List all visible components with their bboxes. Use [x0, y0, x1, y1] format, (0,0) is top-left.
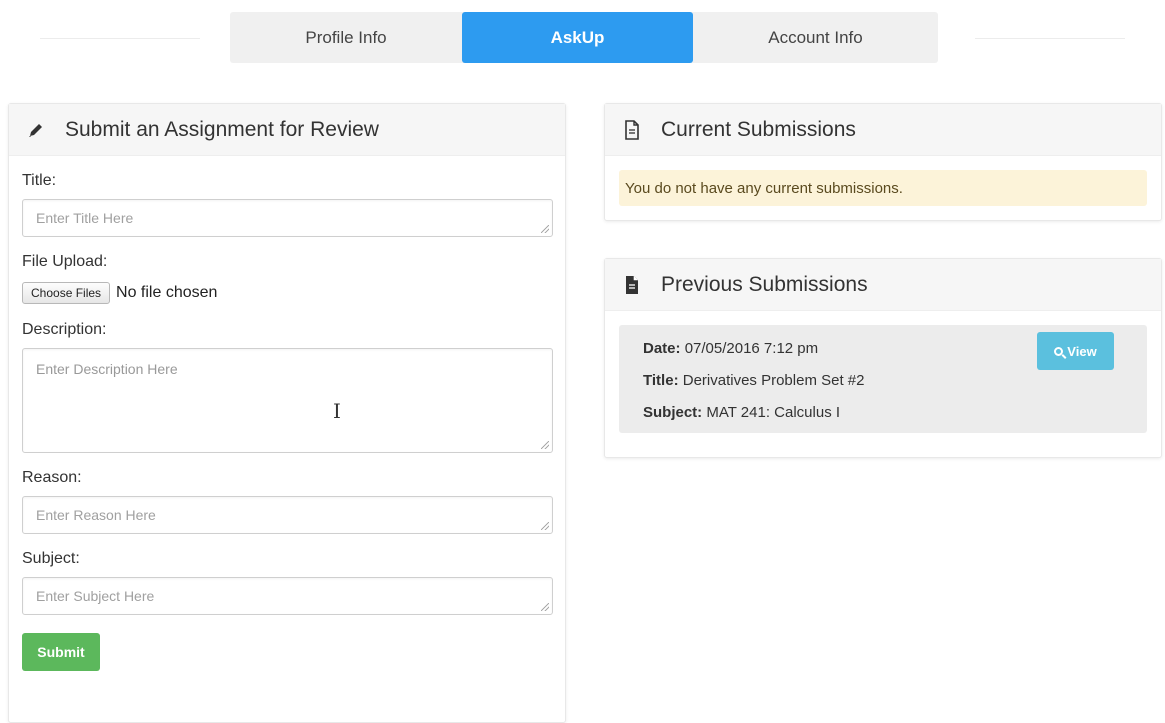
- subject-placeholder: Enter Subject Here: [36, 588, 155, 604]
- submit-panel-title: Submit an Assignment for Review: [65, 117, 379, 141]
- tab-profile-info[interactable]: Profile Info: [230, 12, 462, 63]
- tab-askup[interactable]: AskUp: [462, 12, 693, 63]
- pencil-icon: [25, 119, 47, 141]
- resize-grip-icon[interactable]: [541, 522, 549, 530]
- submission-item: Date: 07/05/2016 7:12 pm Title: Derivati…: [619, 325, 1147, 433]
- submit-button[interactable]: Submit: [22, 633, 100, 671]
- subject-label-bold: Subject:: [643, 404, 703, 421]
- previous-panel-title: Previous Submissions: [661, 272, 868, 296]
- choose-files-button[interactable]: Choose Files: [22, 282, 111, 304]
- file-status: No file chosen: [116, 284, 218, 301]
- description-label: Description:: [22, 321, 107, 338]
- subject-input[interactable]: Enter Subject Here: [22, 577, 553, 615]
- previous-panel-header: Previous Submissions: [605, 259, 1161, 311]
- view-label: View: [1067, 343, 1097, 359]
- title-label: Title:: [22, 172, 57, 189]
- tab-bar: Profile Info AskUp Account Info: [230, 12, 938, 63]
- description-textarea[interactable]: Enter Description Here I: [22, 348, 553, 453]
- submission-subject: Subject: MAT 241: Calculus I: [643, 397, 1123, 429]
- file-upload-row: Choose Files No file chosen: [22, 281, 551, 305]
- current-panel-title: Current Submissions: [661, 117, 856, 141]
- current-panel-header: Current Submissions: [605, 104, 1161, 156]
- title-placeholder: Enter Title Here: [36, 210, 134, 226]
- previous-submissions-panel: Previous Submissions Date: 07/05/2016 7:…: [604, 258, 1162, 458]
- divider-left: [40, 38, 200, 39]
- subject-label: Subject:: [22, 550, 80, 567]
- title-value: Derivatives Problem Set #2: [682, 372, 865, 389]
- view-button[interactable]: View: [1037, 332, 1114, 370]
- document-filled-icon: [621, 274, 643, 296]
- resize-grip-icon[interactable]: [541, 225, 549, 233]
- submit-form: Title: Enter Title Here File Upload: Cho…: [9, 172, 565, 671]
- current-submissions-panel: Current Submissions You do not have any …: [604, 103, 1162, 221]
- subject-value: MAT 241: Calculus I: [706, 404, 841, 421]
- text-cursor-icon: I: [333, 399, 341, 423]
- reason-placeholder: Enter Reason Here: [36, 507, 156, 523]
- no-submissions-alert: You do not have any current submissions.: [619, 170, 1147, 206]
- title-input[interactable]: Enter Title Here: [22, 199, 553, 237]
- reason-input[interactable]: Enter Reason Here: [22, 496, 553, 534]
- submit-panel-header: Submit an Assignment for Review: [9, 104, 565, 156]
- date-value: 07/05/2016 7:12 pm: [684, 340, 819, 357]
- document-outline-icon: [621, 119, 643, 141]
- description-placeholder: Enter Description Here: [36, 361, 178, 377]
- resize-grip-icon[interactable]: [541, 441, 549, 449]
- submit-assignment-panel: Submit an Assignment for Review Title: E…: [8, 103, 566, 723]
- date-label: Date:: [643, 340, 681, 357]
- tab-account-info[interactable]: Account Info: [693, 12, 938, 63]
- divider-right: [975, 38, 1125, 39]
- title-label-bold: Title:: [643, 372, 679, 389]
- file-upload-label: File Upload:: [22, 253, 108, 270]
- reason-label: Reason:: [22, 469, 82, 486]
- search-icon: [1054, 346, 1064, 356]
- resize-grip-icon[interactable]: [541, 603, 549, 611]
